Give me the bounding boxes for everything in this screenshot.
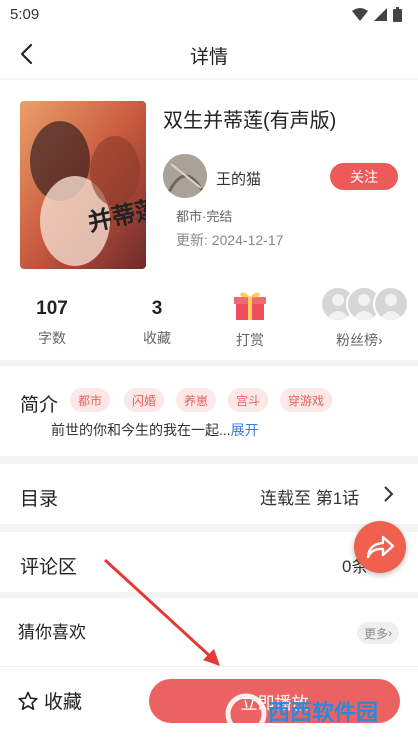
site-watermark: 西西软件园 CR173.COM bbox=[225, 693, 380, 736]
more-button[interactable]: 更多 › bbox=[357, 622, 399, 644]
status-time: 5:09 bbox=[10, 6, 40, 23]
avatar-image bbox=[163, 154, 207, 198]
toc-label: 目录 bbox=[20, 489, 59, 510]
tag[interactable]: 闪婚 bbox=[124, 388, 165, 412]
page-title: 详情 bbox=[189, 47, 228, 68]
status-bar: 5:09 bbox=[0, 0, 418, 30]
gift-icon[interactable] bbox=[233, 290, 267, 322]
favorite-label: 收藏 bbox=[44, 692, 83, 713]
tag[interactable]: 穿游戏 bbox=[280, 388, 333, 412]
cover-illustration: 并蒂莲 bbox=[20, 101, 146, 269]
watermark-sub: CR173.COM bbox=[326, 726, 380, 736]
toc-row[interactable]: 目录 连载至 第1话 bbox=[0, 464, 418, 524]
favorites-value: 3 bbox=[151, 298, 163, 319]
favorites-label: 收藏 bbox=[143, 330, 171, 346]
tag[interactable]: 都市 bbox=[70, 388, 111, 412]
intro-text: 前世的你和今生的我在一起...展开 bbox=[51, 420, 259, 440]
more-label: 更多 bbox=[363, 626, 388, 641]
intro-card: 简介 都市 闪婚 养崽 宫斗 穿游戏 前世的你和今生的我在一起...展开 bbox=[0, 366, 418, 456]
chevron-right-icon: › bbox=[378, 332, 383, 348]
signal-icon bbox=[374, 8, 387, 21]
tag[interactable]: 宫斗 bbox=[228, 388, 269, 412]
toc-value: 连载至 第1话 bbox=[260, 489, 360, 508]
expand-link[interactable]: 展开 bbox=[231, 422, 259, 438]
stat-words: 107 字数 bbox=[12, 298, 92, 348]
intro-heading: 简介 bbox=[20, 395, 59, 416]
words-value: 107 bbox=[36, 298, 68, 319]
chevron-right-icon bbox=[384, 486, 394, 502]
wifi-icon bbox=[352, 8, 368, 21]
share-arrow-icon bbox=[366, 535, 394, 559]
book-title: 双生并蒂莲(有声版) bbox=[163, 110, 337, 132]
book-genre: 都市·完结 bbox=[176, 209, 233, 224]
favorite-button[interactable]: 收藏 bbox=[18, 687, 82, 714]
reward-label[interactable]: 打赏 bbox=[210, 330, 290, 350]
comments-label: 评论区 bbox=[20, 557, 78, 578]
fan-avatar bbox=[373, 286, 409, 322]
tag[interactable]: 养崽 bbox=[176, 388, 217, 412]
update-date: 更新: 2024-12-17 bbox=[176, 232, 284, 248]
author-name[interactable]: 王的猫 bbox=[216, 168, 261, 189]
stat-favorites: 3 收藏 bbox=[117, 298, 197, 348]
intro-summary: 前世的你和今生的我在一起... bbox=[51, 422, 231, 438]
status-icons bbox=[352, 7, 402, 22]
author-avatar[interactable] bbox=[163, 154, 207, 198]
navbar: 详情 bbox=[0, 30, 418, 78]
user-placeholder-icon bbox=[379, 294, 403, 320]
battery-icon bbox=[393, 7, 402, 22]
follow-button[interactable]: 关注 bbox=[330, 163, 398, 190]
book-info-card: 并蒂莲 双生并蒂莲(有声版) 王的猫 关注 都市·完结 更新: 2024-12-… bbox=[0, 80, 418, 360]
watermark-text: 西西软件园 bbox=[268, 700, 378, 726]
star-icon bbox=[18, 691, 38, 710]
recommend-title: 猜你喜欢 bbox=[18, 623, 86, 642]
words-label: 字数 bbox=[38, 330, 66, 346]
fans-avatars[interactable] bbox=[320, 286, 415, 324]
book-cover[interactable]: 并蒂莲 bbox=[20, 101, 146, 269]
fans-rank-link[interactable]: 粉丝榜› bbox=[336, 330, 383, 350]
fans-label: 粉丝榜 bbox=[336, 332, 378, 348]
share-button[interactable] bbox=[354, 521, 406, 573]
